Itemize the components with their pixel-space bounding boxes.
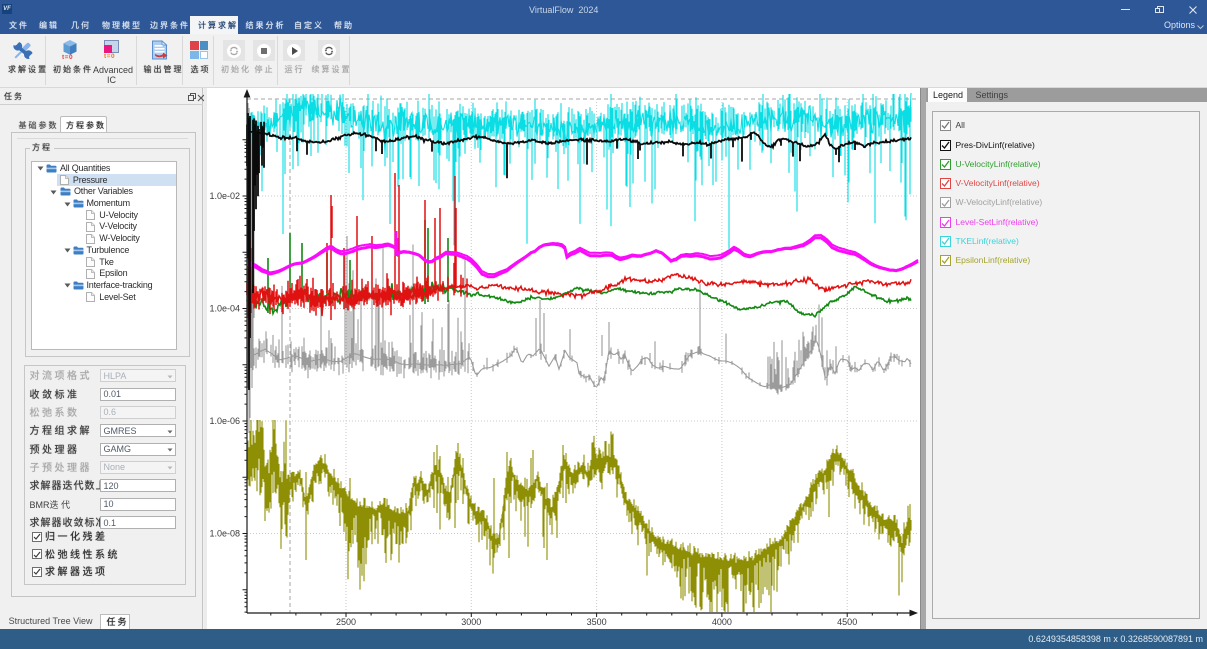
svg-text:2500: 2500 bbox=[336, 617, 356, 627]
svg-text:4500: 4500 bbox=[837, 617, 857, 627]
svg-text:1.0e-02: 1.0e-02 bbox=[209, 191, 240, 201]
svg-text:3500: 3500 bbox=[587, 617, 607, 627]
svg-text:4000: 4000 bbox=[712, 617, 732, 627]
svg-text:1.0e-04: 1.0e-04 bbox=[209, 304, 240, 314]
svg-text:3000: 3000 bbox=[461, 617, 481, 627]
svg-text:1.0e-08: 1.0e-08 bbox=[209, 529, 240, 539]
svg-text:1.0e-06: 1.0e-06 bbox=[209, 416, 240, 426]
